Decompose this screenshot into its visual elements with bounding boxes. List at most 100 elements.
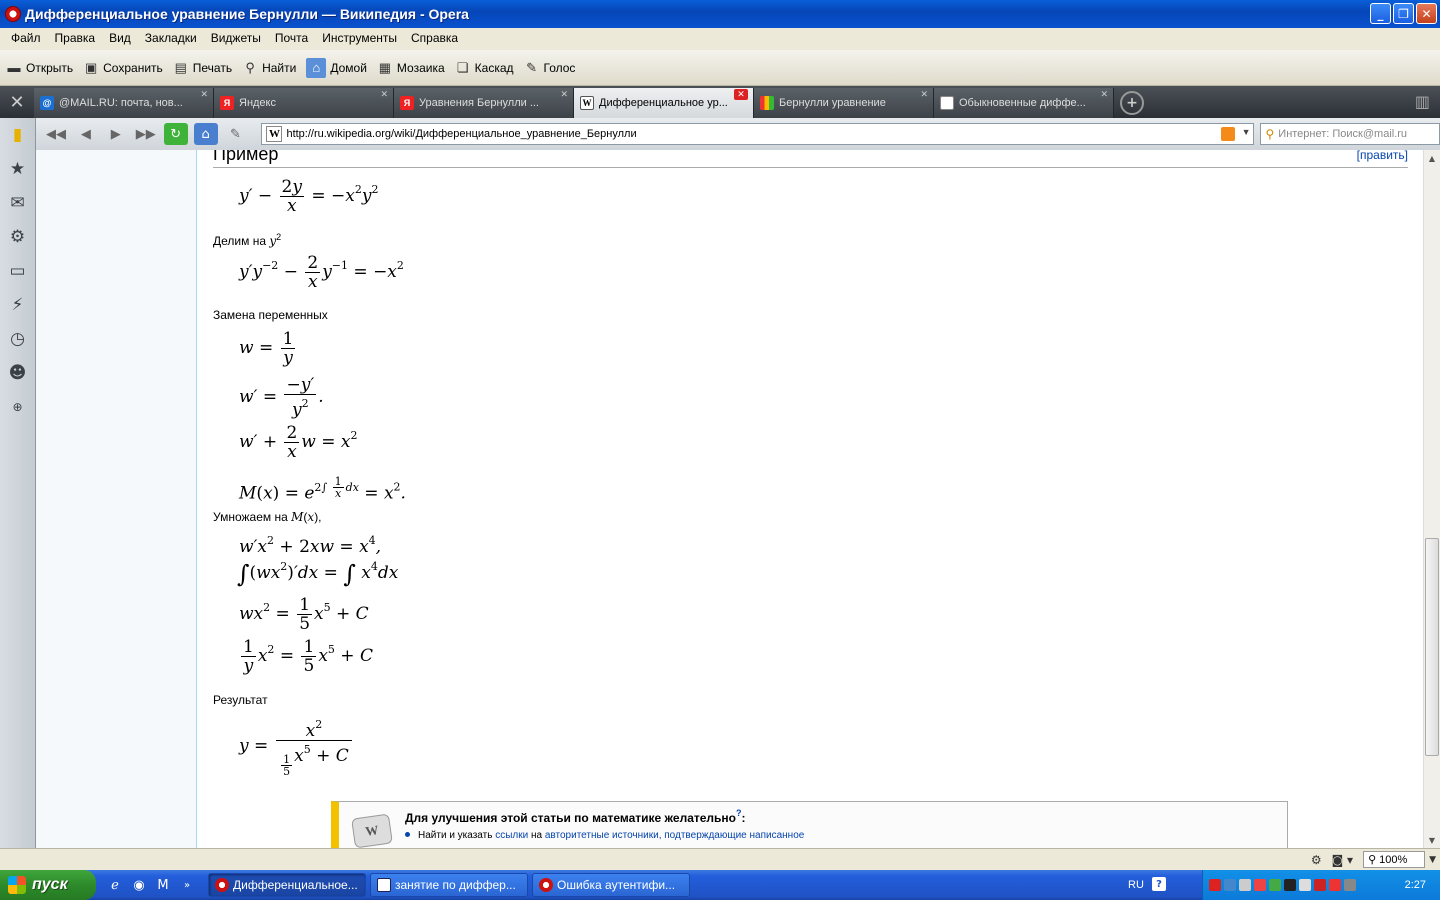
- menu-file[interactable]: Файл: [4, 31, 48, 45]
- window-title: Дифференциальное уравнение Бернулли — Ви…: [25, 6, 469, 22]
- chat-icon[interactable]: ▭: [5, 258, 31, 284]
- clock[interactable]: 2:27: [1405, 879, 1426, 891]
- reload-icon[interactable]: ↻: [163, 123, 188, 145]
- home-icon[interactable]: ⌂: [193, 123, 218, 145]
- sources-link[interactable]: авторитетные источники, подтверждающие н…: [545, 830, 804, 841]
- tab-bernoulli-equations[interactable]: Я Уравнения Бернулли ... ✕: [394, 88, 574, 118]
- mailru-icon: @: [40, 96, 54, 110]
- tray-antivirus-icon[interactable]: [1314, 879, 1326, 891]
- tab-close-icon[interactable]: ✕: [734, 89, 748, 100]
- history-clock-icon[interactable]: ◷: [5, 326, 31, 352]
- page-viewport[interactable]: Пример [править] y′ − 2y x = −x2y2 Делим …: [36, 150, 1423, 848]
- maximize-button[interactable]: ❐: [1393, 3, 1414, 24]
- tray-monitor-icon[interactable]: [1299, 879, 1311, 891]
- mosaic-label: Мозаика: [396, 60, 445, 75]
- trash-icon[interactable]: ▥: [1415, 92, 1430, 111]
- menu-edit[interactable]: Правка: [48, 31, 103, 45]
- tab-yandex[interactable]: Я Яндекс ✕: [214, 88, 394, 118]
- tray-opera-icon[interactable]: [1209, 879, 1221, 891]
- tab-close-icon[interactable]: ✕: [200, 89, 208, 100]
- window-controls: _ ❐ ✕: [1370, 3, 1437, 24]
- mosaic-button[interactable]: ▦ Мозаика: [377, 60, 445, 76]
- links-link[interactable]: ссылки: [495, 830, 528, 841]
- panel-sidebar: ▮ ★ ✉ ⚙ ▭ ⚡ ◷ ☻ ⊕: [0, 118, 36, 850]
- tab-close-icon[interactable]: ✕: [380, 89, 388, 100]
- ie-icon[interactable]: ℯ: [106, 876, 124, 894]
- task-opera-window[interactable]: Дифференциальное...: [208, 873, 366, 897]
- tab-mailru[interactable]: @ @MAIL.RU: почта, нов... ✕: [34, 88, 214, 118]
- edit-link[interactable]: [править]: [1357, 150, 1408, 162]
- tab-bernoulli-equation[interactable]: Бернулли уравнение ✕: [754, 88, 934, 118]
- tray-agent-icon[interactable]: [1254, 879, 1266, 891]
- window-title-bar[interactable]: Дифференциальное уравнение Бернулли — Ви…: [0, 0, 1440, 28]
- find-label: Найти: [262, 60, 297, 75]
- menu-view[interactable]: Вид: [102, 31, 138, 45]
- forward-icon[interactable]: ▶: [104, 123, 128, 145]
- tab-close-icon[interactable]: ✕: [560, 89, 568, 100]
- address-field[interactable]: W http://ru.wikipedia.org/wiki/Дифференц…: [261, 123, 1255, 145]
- mail-envelope-icon[interactable]: ✉: [5, 190, 31, 216]
- feeds-satellite-icon[interactable]: ⚡: [5, 292, 31, 318]
- quick-launch-more-icon[interactable]: »: [178, 876, 196, 894]
- tab-differential-equation[interactable]: W Дифференциальное ур... ✕: [574, 88, 754, 118]
- scroll-down-icon[interactable]: ▼: [1424, 832, 1440, 848]
- open-button[interactable]: ▬ Открыть: [6, 60, 74, 76]
- rewind-icon[interactable]: ◀◀: [44, 123, 68, 145]
- bookmarks-star-icon[interactable]: ★: [5, 156, 31, 182]
- new-tab-button[interactable]: +: [1120, 91, 1144, 115]
- tray-volume-icon[interactable]: [1239, 879, 1251, 891]
- menu-help[interactable]: Справка: [404, 31, 465, 45]
- find-button[interactable]: ⚲ Найти: [242, 60, 296, 76]
- search-input[interactable]: ⚲ Интернет: Поиск@mail.ru: [1260, 123, 1440, 145]
- scroll-thumb[interactable]: [1425, 538, 1439, 756]
- menu-widgets[interactable]: Виджеты: [204, 31, 268, 45]
- tab-label: Яндекс: [239, 97, 276, 109]
- home-icon: ⌂: [306, 57, 327, 78]
- cascade-label: Каскад: [474, 60, 514, 75]
- turbo-icon[interactable]: ⚙: [1311, 853, 1322, 867]
- tools-icon[interactable]: ✕: [0, 86, 34, 118]
- mail-agent-icon[interactable]: M: [154, 876, 172, 894]
- camera-icon[interactable]: ◙ ▾: [1332, 853, 1353, 867]
- tray-update-icon[interactable]: [1329, 879, 1341, 891]
- windows-taskbar: пуск ℯ ◉ M » Дифференциальное... занятие…: [0, 870, 1440, 900]
- save-button[interactable]: ▣ Сохранить: [83, 60, 163, 76]
- add-panel-icon[interactable]: ⊕: [5, 394, 31, 420]
- chevron-down-icon[interactable]: ▼: [1242, 127, 1251, 137]
- vertical-scrollbar[interactable]: ▲ ▼: [1423, 150, 1440, 848]
- start-button[interactable]: пуск: [0, 870, 96, 900]
- tray-display-icon[interactable]: [1284, 879, 1296, 891]
- voice-button[interactable]: ✎ Голос: [524, 60, 575, 76]
- minimize-button[interactable]: _: [1370, 3, 1391, 24]
- tab-close-icon[interactable]: ✕: [920, 89, 928, 100]
- edit-pencil-icon[interactable]: ✎: [224, 123, 248, 145]
- open-label: Открыть: [26, 60, 74, 75]
- contacts-person-icon[interactable]: ☻: [5, 360, 31, 386]
- scroll-up-icon[interactable]: ▲: [1424, 150, 1440, 166]
- tray-network-icon[interactable]: [1224, 879, 1236, 891]
- menu-tools[interactable]: Инструменты: [315, 31, 404, 45]
- home-button[interactable]: ⌂ Домой: [306, 57, 367, 78]
- task-auth-error[interactable]: Ошибка аутентифи...: [532, 873, 690, 897]
- menu-mail[interactable]: Почта: [268, 31, 315, 45]
- tray-app-icon[interactable]: [1269, 879, 1281, 891]
- task-word-document[interactable]: занятие по диффер...: [370, 873, 528, 897]
- panel-toggle-icon[interactable]: ▮: [5, 122, 31, 148]
- back-icon[interactable]: ◀: [74, 123, 98, 145]
- tab-close-icon[interactable]: ✕: [1100, 89, 1108, 100]
- close-button[interactable]: ✕: [1416, 3, 1437, 24]
- tray-misc-icon[interactable]: [1344, 879, 1356, 891]
- print-button[interactable]: ▤ Печать: [173, 60, 232, 76]
- rss-icon[interactable]: [1221, 127, 1236, 141]
- fast-forward-icon[interactable]: ▶▶: [134, 123, 158, 145]
- help-icon[interactable]: ?: [1152, 877, 1166, 891]
- chevron-down-icon[interactable]: ▼: [1429, 855, 1436, 865]
- settings-gear-icon[interactable]: ⚙: [5, 224, 31, 250]
- cascade-button[interactable]: ❏ Каскад: [455, 60, 514, 76]
- menu-bookmarks[interactable]: Закладки: [138, 31, 204, 45]
- media-player-icon[interactable]: ◉: [130, 876, 148, 894]
- formula-7: w′x2 + 2xw = x4,: [239, 534, 382, 557]
- tab-ordinary-differential[interactable]: Обыкновенные диффе... ✕: [934, 88, 1114, 118]
- language-indicator[interactable]: RU: [1128, 879, 1144, 891]
- zoom-control[interactable]: ⚲ 100%: [1363, 851, 1426, 868]
